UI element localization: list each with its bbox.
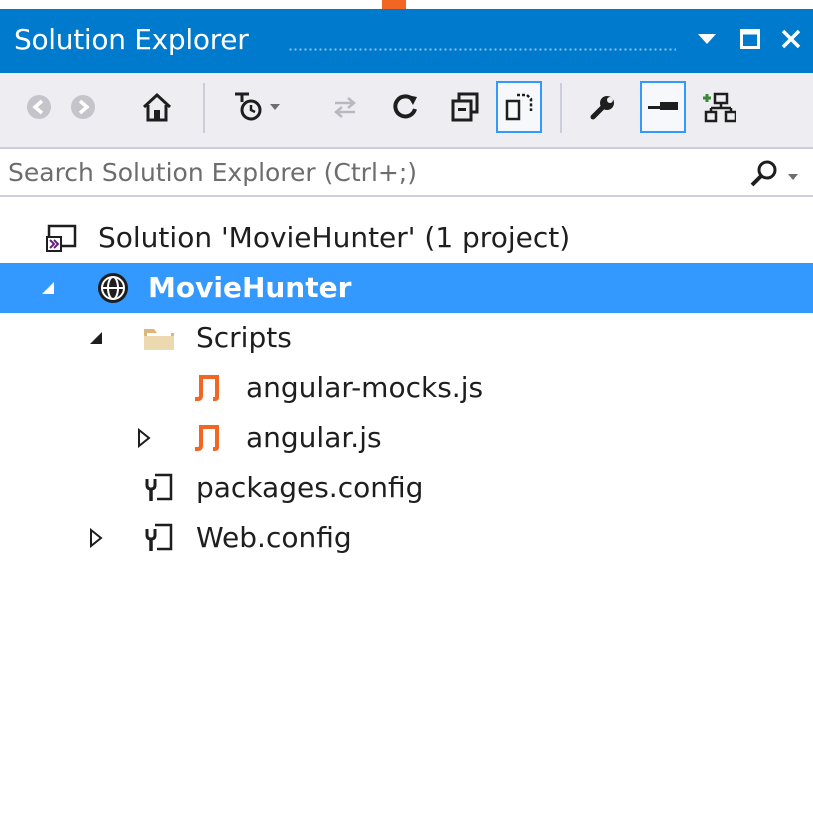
forward-button[interactable] xyxy=(60,81,106,133)
class-diagram-icon xyxy=(703,92,736,123)
solution-explorer-toolbar xyxy=(0,73,813,147)
search-input[interactable] xyxy=(8,153,728,191)
search-options-dropdown[interactable] xyxy=(786,167,806,181)
tree-item-label: Scripts xyxy=(196,321,292,354)
home-icon xyxy=(142,92,172,122)
tree-item-label: Solution 'MovieHunter' (1 project) xyxy=(98,221,571,254)
collapse-all-button[interactable] xyxy=(442,81,488,133)
toolbar-separator xyxy=(560,83,562,133)
wrench-icon xyxy=(590,96,614,120)
web-project-globe-icon xyxy=(92,267,134,309)
maximize-icon[interactable] xyxy=(733,21,767,57)
expanded-arrow-icon[interactable] xyxy=(86,326,106,350)
show-all-files-button[interactable] xyxy=(496,81,542,133)
preview-selected-items-button[interactable] xyxy=(640,81,686,133)
tree-item-file-packages-config[interactable]: packages.config xyxy=(0,463,813,513)
refresh-icon xyxy=(393,94,417,119)
tree-item-file-angular[interactable]: angular.js xyxy=(0,413,813,463)
search-box xyxy=(0,147,813,197)
title-bar: Solution Explorer xyxy=(0,9,813,73)
preview-icon xyxy=(648,102,678,110)
tree-item-folder-scripts[interactable]: Scripts xyxy=(0,313,813,363)
class-view-button[interactable] xyxy=(696,81,742,133)
sync-with-active-document-button[interactable] xyxy=(322,81,368,133)
collapse-all-icon xyxy=(451,92,479,122)
collapsed-arrow-icon[interactable] xyxy=(86,526,106,550)
back-button[interactable] xyxy=(16,81,62,133)
tree-item-project-moviehunter[interactable]: MovieHunter xyxy=(0,263,813,313)
home-button[interactable] xyxy=(134,81,180,133)
chevron-down-icon xyxy=(270,104,280,110)
tree-item-label: packages.config xyxy=(196,471,424,504)
close-icon[interactable] xyxy=(774,21,808,57)
search-icon[interactable] xyxy=(748,158,780,190)
tree-item-label: Web.config xyxy=(196,521,352,554)
tree-item-file-angular-mocks[interactable]: angular-mocks.js xyxy=(0,363,813,413)
tree-item-label: angular.js xyxy=(246,421,382,454)
tree-item-label: angular-mocks.js xyxy=(246,371,484,404)
javascript-file-icon xyxy=(188,417,230,459)
folder-icon xyxy=(138,317,180,359)
window-title: Solution Explorer xyxy=(14,23,249,56)
pending-changes-dropdown[interactable] xyxy=(262,81,288,133)
solution-icon xyxy=(40,217,82,259)
toolbar-separator xyxy=(203,83,205,133)
tree-item-file-web-config[interactable]: Web.config xyxy=(0,513,813,563)
chevron-down-icon xyxy=(788,174,798,180)
back-arrow-icon xyxy=(27,95,51,119)
properties-button[interactable] xyxy=(580,81,626,133)
show-all-files-icon xyxy=(505,93,533,121)
dropdown-arrow-icon[interactable] xyxy=(690,21,724,57)
config-file-icon xyxy=(138,517,180,559)
config-file-icon xyxy=(138,467,180,509)
sync-arrows-icon xyxy=(334,97,356,118)
collapsed-arrow-icon[interactable] xyxy=(134,426,154,450)
title-bar-grip[interactable] xyxy=(288,47,676,53)
forward-arrow-icon xyxy=(71,95,95,119)
tree-item-label: MovieHunter xyxy=(148,271,352,304)
refresh-button[interactable] xyxy=(382,81,428,133)
javascript-file-icon xyxy=(188,367,230,409)
expanded-arrow-icon[interactable] xyxy=(38,276,58,300)
tree-item-solution[interactable]: Solution 'MovieHunter' (1 project) xyxy=(0,213,813,263)
